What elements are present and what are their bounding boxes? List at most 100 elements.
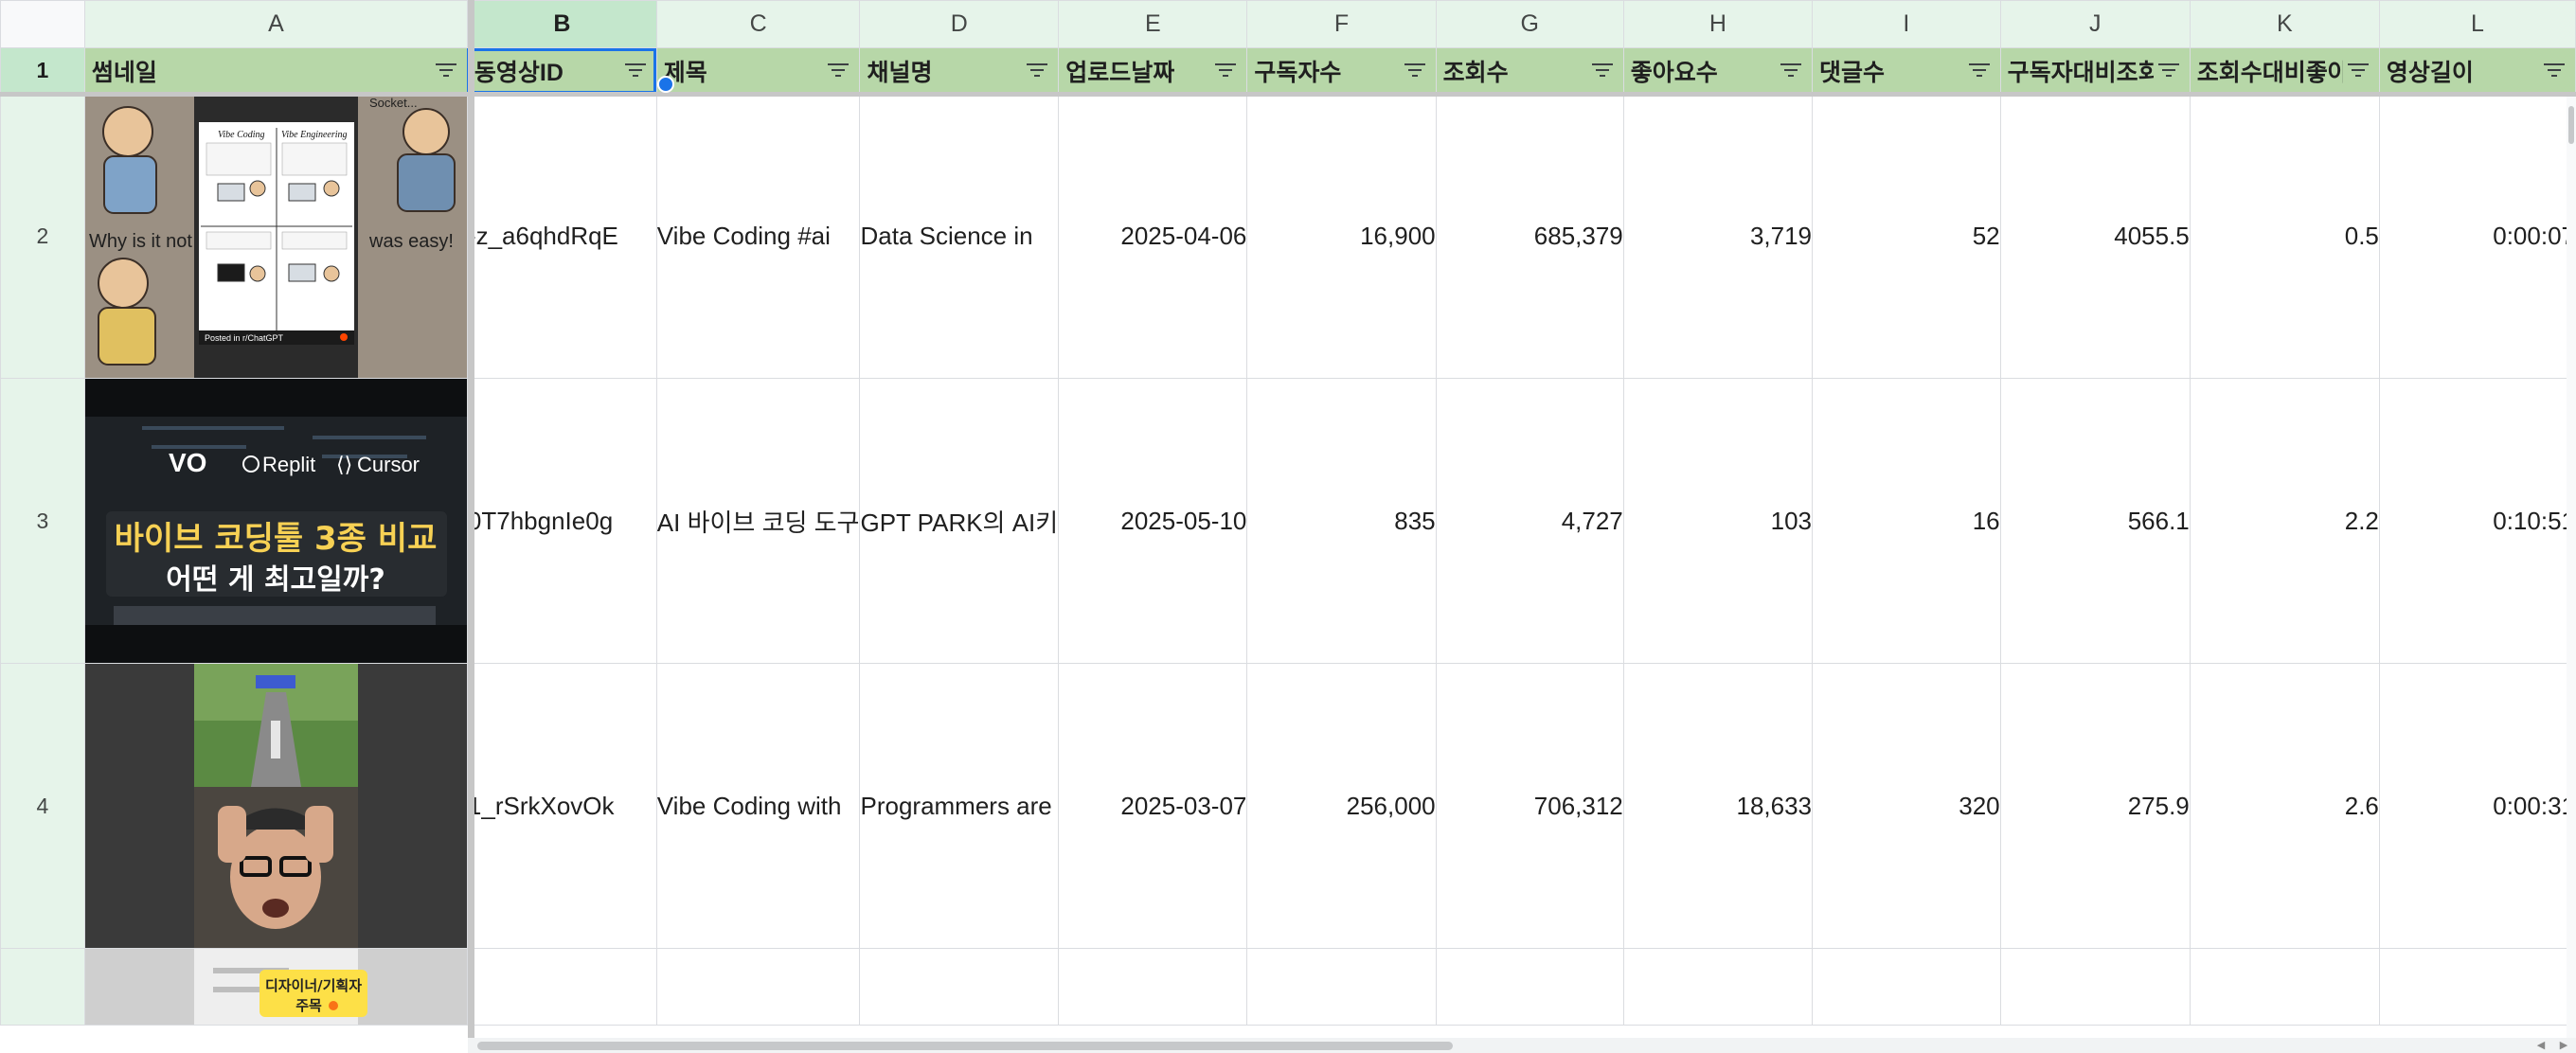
filter-icon[interactable] — [1214, 61, 1237, 80]
row-header-4[interactable]: 4 — [0, 663, 85, 949]
row-header-5[interactable] — [0, 948, 85, 1026]
upload-date-cell[interactable] — [1058, 948, 1248, 1026]
length-cell[interactable]: 0:00:31 — [2378, 663, 2576, 949]
column-header-a[interactable]: A — [83, 0, 468, 48]
header-cell-sub-ratio[interactable]: 구독자대비조회 — [1999, 47, 2191, 94]
select-all-corner[interactable] — [0, 0, 85, 48]
frozen-column-divider[interactable] — [468, 0, 474, 1038]
subscribers-cell[interactable]: 835 — [1246, 378, 1437, 664]
thumbnail-cell[interactable] — [83, 663, 468, 949]
subscribers-cell[interactable]: 16,900 — [1246, 93, 1437, 379]
header-cell-length[interactable]: 영상길이 — [2378, 47, 2576, 94]
channel-cell[interactable]: GPT PARK의 AI키 — [859, 378, 1060, 664]
like-ratio-cell[interactable]: 2.2 — [2189, 378, 2380, 664]
frozen-row-divider[interactable] — [0, 92, 2576, 97]
thumbnail-cell[interactable]: VO Replit ⟨⟩ Cursor 바이브 코딩툴 3종 비교 어떤 게 최… — [83, 378, 468, 664]
horizontal-scroll-thumb[interactable] — [477, 1042, 1453, 1050]
vertical-scroll-thumb[interactable] — [2568, 106, 2574, 144]
like-ratio-cell[interactable]: 0.5 — [2189, 93, 2380, 379]
column-header-k[interactable]: K — [2189, 0, 2380, 48]
subscribers-cell[interactable] — [1246, 948, 1437, 1026]
filter-icon[interactable] — [1026, 61, 1048, 80]
comments-cell[interactable]: 16 — [1812, 378, 2001, 664]
horizontal-scrollbar[interactable]: ◀ ▶ — [468, 1038, 2576, 1053]
views-cell[interactable]: 706,312 — [1435, 663, 1624, 949]
row-header-1[interactable]: 1 — [0, 47, 85, 94]
vertical-scrollbar[interactable] — [2567, 97, 2576, 1038]
header-cell-upload-date[interactable]: 업로드날짜 — [1058, 47, 1248, 94]
column-header-f[interactable]: F — [1246, 0, 1437, 48]
column-header-d[interactable]: D — [859, 0, 1060, 48]
title-cell[interactable]: Vibe Coding with — [655, 663, 861, 949]
header-cell-title[interactable]: 제목 — [655, 47, 861, 94]
title-cell[interactable] — [655, 948, 861, 1026]
like-ratio-cell[interactable] — [2189, 948, 2380, 1026]
header-cell-views[interactable]: 조회수 — [1435, 47, 1624, 94]
upload-date-cell[interactable]: 2025-03-07 — [1058, 663, 1248, 949]
subscribers-cell[interactable]: 256,000 — [1246, 663, 1437, 949]
length-cell[interactable]: 0:00:07 — [2378, 93, 2576, 379]
video-id-cell[interactable]: -z_a6qhdRqE — [466, 93, 657, 379]
header-cell-video-id[interactable]: 동영상ID — [466, 47, 657, 94]
header-cell-channel[interactable]: 채널명 — [859, 47, 1060, 94]
filter-icon[interactable] — [2157, 61, 2180, 80]
column-header-j[interactable]: J — [1999, 0, 2191, 48]
channel-cell[interactable]: Programmers are — [859, 663, 1060, 949]
scroll-left-arrow-icon[interactable]: ◀ — [2531, 1038, 2551, 1053]
filter-icon[interactable] — [435, 61, 457, 80]
column-header-l[interactable]: L — [2378, 0, 2576, 48]
views-cell[interactable]: 4,727 — [1435, 378, 1624, 664]
filter-icon[interactable] — [1591, 61, 1614, 80]
length-cell[interactable] — [2378, 948, 2576, 1026]
filter-icon[interactable] — [1404, 61, 1426, 80]
channel-cell[interactable]: Data Science in — [859, 93, 1060, 379]
column-header-g[interactable]: G — [1435, 0, 1624, 48]
video-id-cell[interactable] — [466, 948, 657, 1026]
comments-cell[interactable]: 52 — [1812, 93, 2001, 379]
title-cell[interactable]: AI 바이브 코딩 도구 — [655, 378, 861, 664]
filter-icon[interactable] — [827, 61, 850, 80]
header-cell-thumbnail[interactable]: 썸네일 — [83, 47, 468, 94]
header-cell-likes[interactable]: 좋아요수 — [1622, 47, 1814, 94]
upload-date-cell[interactable]: 2025-04-06 — [1058, 93, 1248, 379]
selection-fill-handle[interactable] — [657, 76, 674, 93]
video-id-cell[interactable]: 0T7hbgnIe0g — [466, 378, 657, 664]
comments-cell[interactable]: 320 — [1812, 663, 2001, 949]
likes-cell[interactable]: 18,633 — [1622, 663, 1814, 949]
svg-text:Vibe Engineering: Vibe Engineering — [281, 130, 348, 140]
filter-icon[interactable] — [1968, 61, 1991, 80]
thumbnail-cell[interactable]: Socket... Why is it not was easy! Vibe C… — [83, 93, 468, 379]
column-header-h[interactable]: H — [1622, 0, 1814, 48]
column-header-i[interactable]: I — [1812, 0, 2001, 48]
filter-icon[interactable] — [2543, 61, 2566, 80]
sub-ratio-cell[interactable] — [1999, 948, 2191, 1026]
views-cell[interactable]: 685,379 — [1435, 93, 1624, 379]
filter-icon[interactable] — [624, 61, 647, 80]
scroll-right-arrow-icon[interactable]: ▶ — [2553, 1038, 2574, 1053]
views-cell[interactable] — [1435, 948, 1624, 1026]
video-id-cell[interactable]: 1_rSrkXovOk — [466, 663, 657, 949]
sub-ratio-cell[interactable]: 4055.5 — [1999, 93, 2191, 379]
like-ratio-cell[interactable]: 2.6 — [2189, 663, 2380, 949]
channel-cell[interactable] — [859, 948, 1060, 1026]
sub-ratio-cell[interactable]: 275.9 — [1999, 663, 2191, 949]
length-cell[interactable]: 0:10:51 — [2378, 378, 2576, 664]
likes-cell[interactable] — [1622, 948, 1814, 1026]
column-header-b[interactable]: B — [466, 0, 657, 48]
column-header-c[interactable]: C — [655, 0, 861, 48]
likes-cell[interactable]: 3,719 — [1622, 93, 1814, 379]
header-cell-like-ratio[interactable]: 조회수대비좋아 — [2189, 47, 2380, 94]
filter-icon[interactable] — [2347, 61, 2370, 80]
header-cell-comments[interactable]: 댓글수 — [1812, 47, 2001, 94]
comments-cell[interactable] — [1812, 948, 2001, 1026]
title-cell[interactable]: Vibe Coding #ai — [655, 93, 861, 379]
row-header-2[interactable]: 2 — [0, 93, 85, 379]
upload-date-cell[interactable]: 2025-05-10 — [1058, 378, 1248, 664]
filter-icon[interactable] — [1780, 61, 1802, 80]
column-header-e[interactable]: E — [1058, 0, 1248, 48]
likes-cell[interactable]: 103 — [1622, 378, 1814, 664]
header-cell-subscribers[interactable]: 구독자수 — [1246, 47, 1437, 94]
thumbnail-cell[interactable]: 디자이너/기획자 주목 — [83, 948, 468, 1026]
row-header-3[interactable]: 3 — [0, 378, 85, 664]
sub-ratio-cell[interactable]: 566.1 — [1999, 378, 2191, 664]
